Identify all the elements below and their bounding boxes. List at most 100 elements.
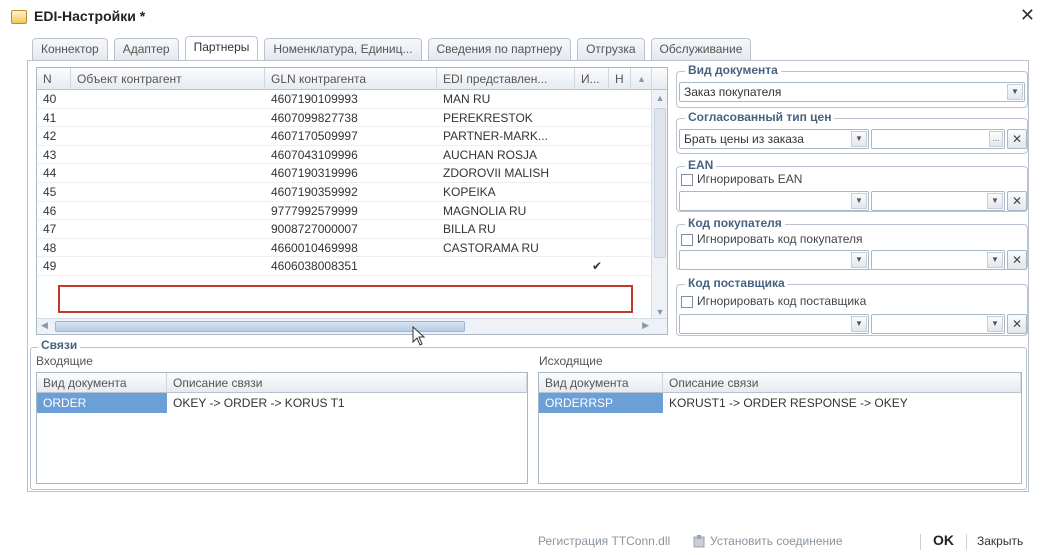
table-row[interactable]: 42 4607170509997 PARTNER-MARK...: [37, 127, 652, 146]
cell-n: 46: [43, 203, 57, 218]
ignore-supplier-code-checkbox[interactable]: [681, 296, 693, 308]
ignore-supplier-code-label: Игнорировать код поставщика: [697, 294, 867, 308]
ean-select-1[interactable]: ▼: [679, 191, 869, 211]
table-row[interactable]: 43 4607043109996 AUCHAN ROSJA: [37, 146, 652, 165]
tab-connector[interactable]: Коннектор: [32, 38, 108, 60]
outgoing-cell-doc[interactable]: ORDERRSP: [539, 393, 663, 413]
price-type-select[interactable]: Брать цены из заказа ▼: [679, 129, 869, 149]
cell-edi: ZDOROVII MALISH: [443, 166, 550, 181]
highlight-box: [58, 285, 633, 313]
chevron-down-icon[interactable]: ▼: [987, 252, 1003, 268]
clear-icon[interactable]: ✕: [1007, 250, 1027, 270]
doc-type-select[interactable]: Заказ покупателя ▼: [679, 82, 1025, 102]
ignore-ean-label: Игнорировать EAN: [697, 172, 803, 186]
tab-partners[interactable]: Партнеры: [184, 36, 259, 60]
cell-n: 47: [43, 222, 57, 237]
tab-partner-info[interactable]: Сведения по партнеру: [427, 38, 572, 60]
grid-header: N Объект контрагент GLN контрагента EDI …: [37, 68, 667, 90]
table-row[interactable]: 45 4607190359992 KOPEIKA: [37, 183, 652, 202]
outgoing-col-doc[interactable]: Вид документа: [539, 373, 663, 393]
table-row[interactable]: 40 4607190109993 MAN RU: [37, 90, 652, 109]
separator: [966, 534, 967, 550]
checkmark-icon[interactable]: ✔: [575, 257, 609, 275]
cell-n: 44: [43, 166, 57, 181]
ignore-buyer-code-checkbox[interactable]: [681, 234, 693, 246]
table-row[interactable]: 44 4607190319996 ZDOROVII MALISH: [37, 164, 652, 183]
col-h[interactable]: Н: [609, 68, 631, 90]
chevron-down-icon[interactable]: ▼: [851, 193, 867, 209]
table-row[interactable]: 47 9008727000007 BILLA RU: [37, 220, 652, 239]
price-type-field[interactable]: ...: [871, 129, 1005, 149]
clear-icon[interactable]: ✕: [1007, 314, 1027, 334]
chevron-down-icon[interactable]: ▼: [1007, 84, 1023, 100]
table-row[interactable]: 46 9777992579999 MAGNOLIA RU: [37, 202, 652, 221]
cell-gln: 4607190359992: [271, 184, 358, 199]
ellipsis-icon[interactable]: ...: [989, 131, 1003, 147]
incoming-cell-desc[interactable]: OKEY -> ORDER -> KORUS T1: [167, 393, 527, 413]
vertical-scrollbar[interactable]: ▲ ▼: [651, 90, 667, 320]
table-row[interactable]: 48 4660010469998 CASTORAMA RU: [37, 239, 652, 258]
incoming-cell-doc[interactable]: ORDER: [37, 393, 167, 413]
price-type-title: Согласованный тип цен: [685, 110, 835, 124]
supplier-code-select-2[interactable]: ▼: [871, 314, 1005, 334]
incoming-grid[interactable]: Вид документа Описание связи ORDER OKEY …: [36, 372, 528, 484]
connect-link[interactable]: Установить соединение: [710, 534, 843, 548]
cell-gln: 4607190319996: [271, 166, 358, 181]
register-dll-link[interactable]: Регистрация TTConn.dll: [538, 534, 670, 548]
chevron-down-icon[interactable]: ▼: [987, 193, 1003, 209]
clear-icon[interactable]: ✕: [1007, 129, 1027, 149]
hscroll-thumb[interactable]: [55, 321, 465, 332]
cell-gln: 4607099827738: [271, 110, 358, 125]
clear-icon[interactable]: ✕: [1007, 191, 1027, 211]
buyer-code-select-1[interactable]: ▼: [679, 250, 869, 270]
incoming-col-desc[interactable]: Описание связи: [167, 373, 527, 393]
scroll-thumb[interactable]: [654, 108, 666, 258]
ok-button[interactable]: OK: [933, 532, 954, 548]
ignore-ean-checkbox[interactable]: [681, 174, 693, 186]
price-type-group: Согласованный тип цен Брать цены из зака…: [676, 110, 1028, 154]
col-gln[interactable]: GLN контрагента: [265, 68, 437, 90]
tab-adapter[interactable]: Адаптер: [113, 38, 179, 60]
window-titlebar: EDI-Настройки * ✕: [0, 0, 1043, 32]
chevron-down-icon[interactable]: ▼: [851, 131, 867, 147]
supplier-code-select-1[interactable]: ▼: [679, 314, 869, 334]
cell-object[interactable]: [71, 257, 265, 275]
horizontal-scrollbar[interactable]: ◀ ▶: [37, 318, 667, 334]
links-title: Связи: [38, 338, 81, 352]
cell-gln: 4607190109993: [271, 92, 358, 106]
outgoing-cell-desc[interactable]: KORUST1 -> ORDER RESPONSE -> OKEY: [663, 393, 1021, 413]
outgoing-grid[interactable]: Вид документа Описание связи ORDERRSP KO…: [538, 372, 1022, 484]
cell-n: 43: [43, 147, 57, 162]
close-button[interactable]: Закрыть: [977, 534, 1023, 548]
table-row[interactable]: 41 4607099827738 PEREKRESTOK: [37, 109, 652, 128]
close-icon[interactable]: ✕: [1020, 5, 1035, 26]
incoming-title: Входящие: [36, 354, 93, 368]
tab-nomenclature[interactable]: Номенклатура, Единиц...: [264, 38, 422, 60]
cell-object: [71, 127, 265, 145]
separator: [920, 534, 921, 550]
tab-shipment[interactable]: Отгрузка: [577, 38, 645, 60]
col-n[interactable]: N: [37, 68, 71, 90]
chevron-down-icon[interactable]: ▼: [851, 252, 867, 268]
buyer-code-select-2[interactable]: ▼: [871, 250, 1005, 270]
chevron-down-icon[interactable]: ▼: [987, 316, 1003, 332]
col-i[interactable]: И...: [575, 68, 609, 90]
outgoing-col-desc[interactable]: Описание связи: [663, 373, 1021, 393]
app-settings-icon: [11, 10, 27, 24]
chevron-down-icon[interactable]: ▼: [851, 316, 867, 332]
cell-gln[interactable]: 4606038008351: [265, 257, 437, 275]
doc-type-group: Вид документа Заказ покупателя ▼: [676, 63, 1028, 108]
price-type-value: Брать цены из заказа: [684, 132, 804, 146]
table-row-new[interactable]: 49 4606038008351 ✔: [37, 257, 652, 276]
cell-edi[interactable]: [437, 257, 575, 275]
incoming-col-doc[interactable]: Вид документа: [37, 373, 167, 393]
col-object[interactable]: Объект контрагент: [71, 68, 265, 90]
scroll-right-icon[interactable]: ▶: [642, 320, 649, 331]
tab-service[interactable]: Обслуживание: [650, 38, 752, 60]
scroll-up-icon[interactable]: ▲: [652, 90, 667, 106]
ean-select-2[interactable]: ▼: [871, 191, 1005, 211]
col-edi[interactable]: EDI представлен...: [437, 68, 575, 90]
cell-object: [71, 183, 265, 201]
cell-edi: MAGNOLIA RU: [443, 203, 527, 218]
scroll-left-icon[interactable]: ◀: [41, 320, 48, 331]
